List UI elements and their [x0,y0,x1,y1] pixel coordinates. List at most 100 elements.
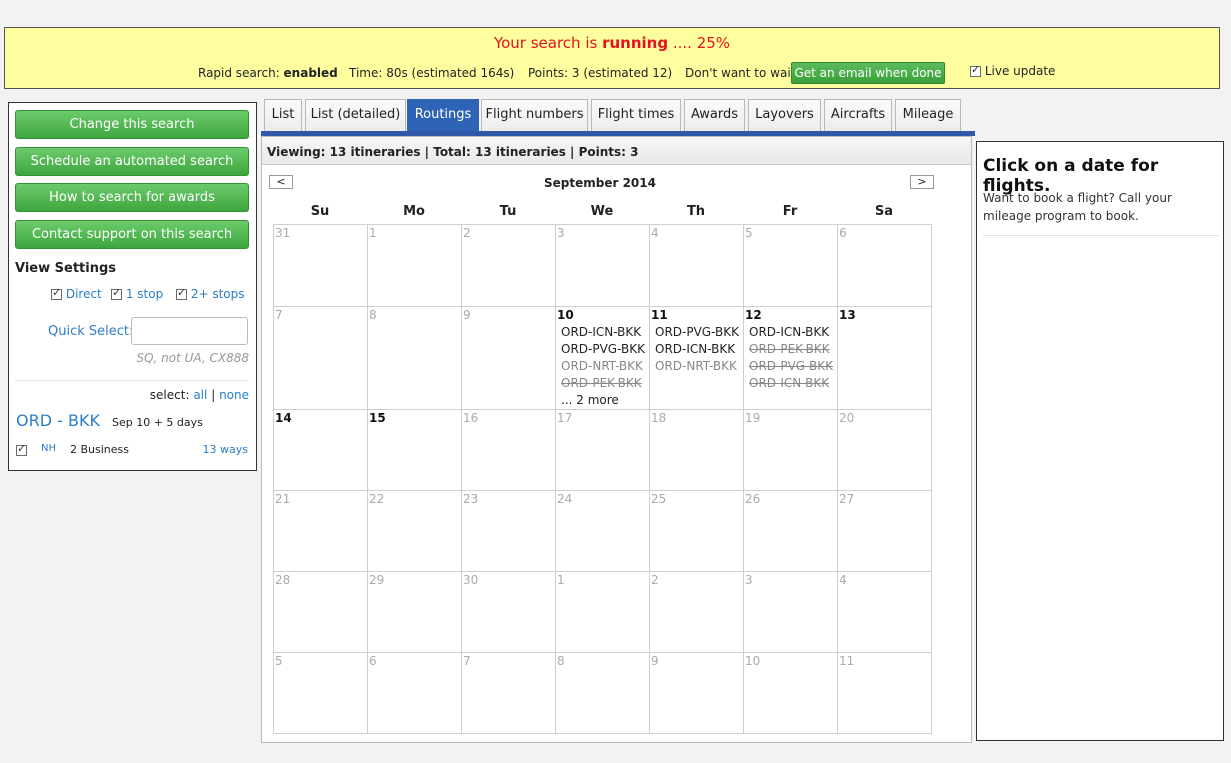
filter-one-stop-checkbox[interactable] [111,286,122,300]
live-update-toggle[interactable]: Live update [970,63,1056,78]
route-item[interactable]: ORD-PVG-BKK [655,325,739,339]
rapid-search-status: Rapid search: enabled [198,66,338,80]
calendar-day-cell: 3 [743,571,838,653]
calendar-day-cell[interactable]: 10 ORD-ICN-BKK ORD-PVG-BKK ORD-NRT-BKK ORD-P… [555,306,650,410]
calendar-day-cell: 4 [837,571,932,653]
day-number: 27 [839,492,855,506]
route-item[interactable]: ORD-NRT-BKK [655,359,737,373]
calendar-day-cell: 7 [461,652,556,734]
calendar-day-cell: 31 [273,224,368,307]
select-all-link[interactable]: all [193,388,207,402]
day-number: 5 [745,226,753,240]
calendar-day-cell: 3 [555,224,650,307]
calendar-day-cell[interactable]: 12 ORD-ICN-BKK ORD-PEK-BKK ORD-PVG-BKK ORD-I… [743,306,838,410]
route-item[interactable]: ORD-ICN-BKK [655,342,735,356]
day-number: 2 [463,226,471,240]
route-item[interactable]: ORD-ICN-BKK [749,325,829,339]
day-number: 13 [839,308,856,322]
rapid-value: enabled [283,66,338,80]
calendar-day-cell: 26 [743,490,838,572]
calendar-day-cell: 9 [649,652,744,734]
calendar-day-cell: 27 [837,490,932,572]
calendar-day-cell: 6 [367,652,462,734]
select-separator: | [211,388,216,402]
day-number: 16 [463,411,479,425]
day-number: 24 [557,492,573,506]
route-dates: Sep 10 + 5 days [112,416,203,429]
day-number: 4 [839,573,847,587]
calendar-day-cell: 8 [367,306,462,410]
day-number: 18 [651,411,667,425]
calendar-day-cell[interactable]: 15 [367,409,462,491]
day-number: 1 [557,573,565,587]
filter-direct-checkbox[interactable] [51,286,62,300]
filter-two-plus-stops[interactable]: 2+ stops [176,286,245,301]
calendar-day-cell[interactable]: 14 [273,409,368,491]
tab-routings[interactable]: Routings [407,99,479,131]
change-search-button[interactable]: Change this search [15,110,249,139]
calendar-day-cell: 29 [367,571,462,653]
route-link[interactable]: ORD - BKK [16,411,100,430]
route-item[interactable]: ORD-PEK-BKK [749,342,830,356]
rapid-label: Rapid search: [198,66,280,80]
calendar-day-cell: 24 [555,490,650,572]
weekday-header: Tu [499,204,517,219]
airline-code[interactable]: NH [41,443,56,454]
day-number: 1 [369,226,377,240]
calendar-day-cell: 1 [367,224,462,307]
viewing-summary: Viewing: 13 itineraries | Total: 13 itin… [262,137,971,165]
tab-layovers[interactable]: Layovers [748,99,821,131]
route-item[interactable]: ORD-PVG-BKK [749,359,833,373]
next-month-button[interactable]: > [910,175,934,189]
calendar-day-cell[interactable]: 13 [837,306,932,410]
calendar-day-cell: 17 [555,409,650,491]
filter-two-plus-label: 2+ stops [190,287,245,301]
calendar-day-cell: 8 [555,652,650,734]
more-routes-link[interactable]: ... 2 more [561,393,619,407]
calendar-day-cell[interactable]: 11 ORD-PVG-BKK ORD-ICN-BKK ORD-NRT-BKK [649,306,744,410]
tab-list[interactable]: List [264,99,302,131]
day-number: 2 [651,573,659,587]
airline-checkbox[interactable] [16,442,27,456]
filter-two-plus-checkbox[interactable] [176,286,187,300]
day-number: 15 [369,411,386,425]
live-update-checkbox[interactable] [970,63,981,77]
filter-one-stop[interactable]: 1 stop [111,286,163,301]
day-number: 7 [463,654,471,668]
calendar-day-cell: 19 [743,409,838,491]
live-update-label: Live update [984,64,1056,78]
calendar-day-cell: 30 [461,571,556,653]
contact-support-button[interactable]: Contact support on this search [15,220,249,249]
schedule-search-button[interactable]: Schedule an automated search [15,147,249,176]
tab-list-detailed[interactable]: List (detailed) [305,99,406,131]
day-number: 23 [463,492,479,506]
filter-direct[interactable]: Direct [51,286,102,301]
how-to-search-button[interactable]: How to search for awards [15,183,249,212]
route-item[interactable]: ORD-PVG-BKK [561,342,645,356]
calendar-day-cell: 5 [273,652,368,734]
select-all-none: select: all | none [150,388,249,402]
route-item[interactable]: ORD-PEK-BKK [561,376,642,390]
tab-mileage[interactable]: Mileage [895,99,961,131]
quick-select-input[interactable] [131,317,248,345]
email-when-done-button[interactable]: Get an email when done [791,62,945,84]
calendar-day-cell: 18 [649,409,744,491]
route-item[interactable]: ORD-NRT-BKK [561,359,643,373]
view-settings-heading: View Settings [15,261,117,276]
tab-flight-numbers[interactable]: Flight numbers [481,99,588,131]
calendar-day-cell: 11 [837,652,932,734]
airline-class: 2 Business [70,443,130,456]
day-number: 10 [745,654,761,668]
weekday-header: Th [686,204,706,219]
calendar-day-cell: 5 [743,224,838,307]
tab-flight-times[interactable]: Flight times [591,99,681,131]
calendar-day-cell: 2 [461,224,556,307]
weekday-header: Fr [782,204,798,219]
airline-ways-link[interactable]: 13 ways [203,443,248,456]
calendar-day-cell: 21 [273,490,368,572]
route-item[interactable]: ORD-ICN-BKK [749,376,829,390]
route-item[interactable]: ORD-ICN-BKK [561,325,641,339]
tab-awards[interactable]: Awards [684,99,745,131]
select-none-link[interactable]: none [219,388,249,402]
tab-aircrafts[interactable]: Aircrafts [824,99,892,131]
